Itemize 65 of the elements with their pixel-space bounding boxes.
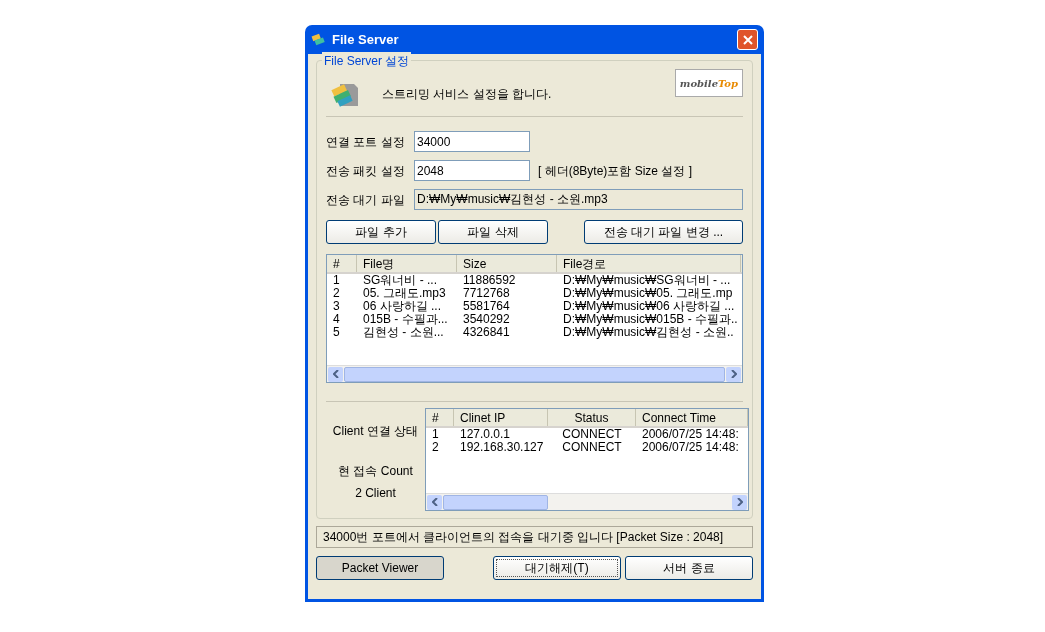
table-cell-text: 1 [332,274,341,287]
table-cell-text: 2 [332,287,341,300]
column-header[interactable]: # [426,409,454,426]
table-cell-text: 1 [431,428,440,441]
table-cell-text: SG워너비 - ... [362,274,438,287]
scroll-thumb[interactable] [443,495,548,510]
table-cell-text: 2 [431,441,440,454]
table-cell-text: D:₩My₩music₩SG워너비 - ... [562,274,732,287]
logo: mobileTop [674,69,743,97]
input-field[interactable]: 34000 [414,131,530,152]
group-legend: File Server 설정 [322,52,412,70]
input-field[interactable]: D:₩My₩music₩김현성 - 소원.mp3 [414,189,743,210]
table-cell-text: 4 [332,313,341,326]
push-button[interactable]: 전송 대기 파일 변경 ... [584,220,743,244]
push-button[interactable]: 파일 추가 [326,220,436,244]
table-cell-text: 5 [332,326,341,339]
column-header[interactable]: # [327,255,357,272]
table-cell-text: 7712768 [462,287,511,300]
count-label: 현 접속 Count [338,463,413,480]
count-value: 2 Client [355,485,396,502]
scroll-right-icon[interactable] [732,494,747,510]
table-cell-text: D:₩My₩music₩05. 그래도.mp [562,287,734,300]
input-field[interactable]: 2048 [414,160,530,181]
table-cell-text: D:₩My₩music₩06 사랑하길 ... [562,300,736,313]
table-cell-text: 3 [332,300,341,313]
table-cell-text: 192.168.30.127 [459,441,545,454]
scroll-right-icon[interactable] [726,366,741,382]
column-header[interactable]: Size [457,255,557,272]
table-cell-text: CONNECT [561,428,623,441]
table-cell-text: 김현성 - 소원... [362,326,445,339]
table-cell-text: D:₩My₩music₩김현성 - 소원.. [562,326,735,339]
field-label: 전송 대기 파일 [326,191,406,209]
client-status-label: Client 연결 상태 [332,423,419,440]
table-cell-text: 4326841 [462,326,511,339]
table-cell-text: 06 사랑하길 ... [362,300,442,313]
table-cell-text: 5581764 [462,300,511,313]
field-label: 연결 포트 설정 [326,133,406,151]
table-cell-text: 05. 그래도.mp3 [362,287,447,300]
table-cell-text: 11886592 [462,274,517,287]
column-header[interactable]: Clinet IP [454,409,548,426]
scroll-left-icon[interactable] [328,366,343,382]
status-bar: 34000번 포트에서 클라이언트의 접속을 대기중 입니다 [Packet Size : 2048] [316,526,753,548]
push-button[interactable]: 서버 종료 [625,556,753,580]
window-title: File Server [332,30,400,49]
table-cell-text: D:₩My₩music₩015B - 수필과.. [562,313,739,326]
push-button[interactable]: Packet Viewer [316,556,444,580]
column-header[interactable]: Connect Time [636,409,748,426]
app-icon [311,31,327,48]
push-button[interactable]: 대기해제(T) [493,556,621,580]
push-button[interactable]: 파일 삭제 [438,220,548,244]
close-icon[interactable] [737,29,758,50]
table-cell-text: 015B - 수필과... [362,313,449,326]
scroll-thumb[interactable] [344,367,725,382]
field-note: [ 헤더(8Byte)포함 Size 설정 ] [538,162,693,180]
field-label: 전송 패킷 설정 [326,162,406,180]
scroll-left-icon[interactable] [427,494,442,510]
description-text: 스트리밍 서비스 설정을 합니다. [382,85,553,103]
table-cell-text: 3540292 [462,313,511,326]
table-cell-text: 127.0.0.1 [459,428,512,441]
column-header[interactable]: File명 [357,255,457,272]
table-cell-text: CONNECT [561,441,623,454]
column-header[interactable]: Status [548,409,636,426]
table-cell-text: 2006/07/25 14:48: [641,428,740,441]
column-header[interactable]: File경로 [557,255,741,272]
table-cell-text: 2006/07/25 14:48: [641,441,740,454]
